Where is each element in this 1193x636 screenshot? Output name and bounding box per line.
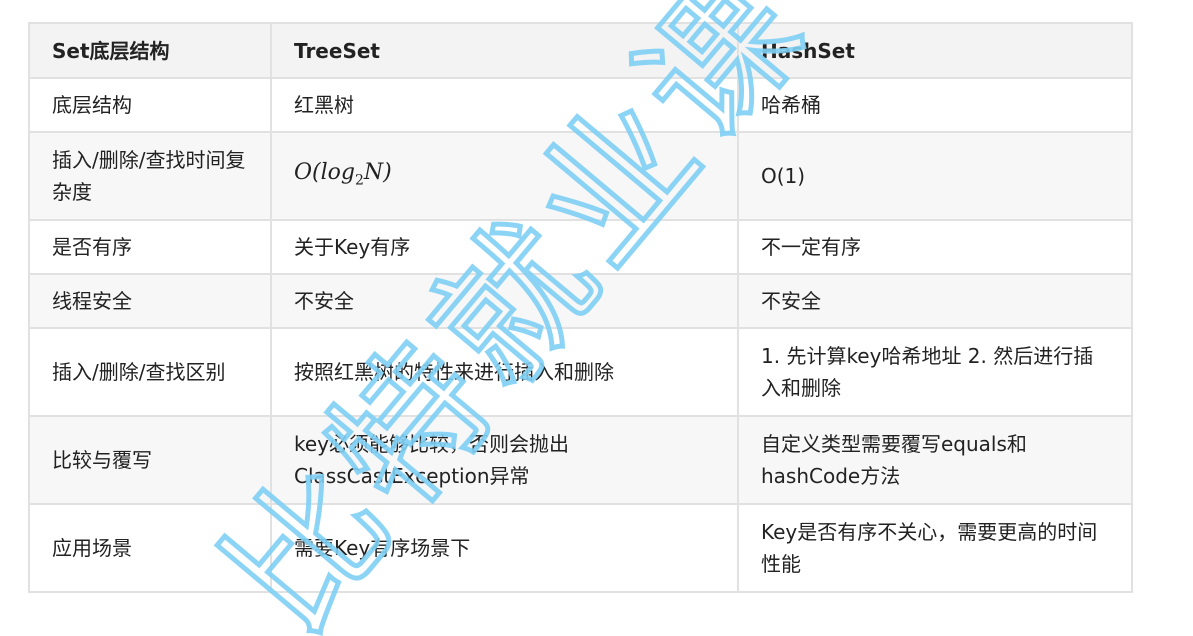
table-row: 是否有序 关于Key有序 不一定有序: [28, 219, 1133, 275]
table-row: 插入/删除/查找区别 按照红黑树的特性来进行插入和删除 1. 先计算key哈希地…: [28, 327, 1133, 417]
hashset-cell: 哈希桶: [737, 77, 1133, 133]
header-cell-set-structure: Set底层结构: [28, 22, 272, 79]
treeset-cell: 关于Key有序: [270, 219, 739, 275]
treeset-cell: 需要Key有序场景下: [270, 503, 739, 593]
treeset-cell: 红黑树: [270, 77, 739, 133]
table-row: 插入/删除/查找时间复杂度 O(log2N) O(1): [28, 131, 1133, 221]
row-label: 插入/删除/查找区别: [28, 327, 272, 417]
hashset-cell: 不一定有序: [737, 219, 1133, 275]
treeset-cell: 按照红黑树的特性来进行插入和删除: [270, 327, 739, 417]
row-label: 线程安全: [28, 273, 272, 329]
hashset-cell: 不安全: [737, 273, 1133, 329]
header-cell-hashset: HashSet: [737, 22, 1133, 79]
row-label: 应用场景: [28, 503, 272, 593]
table-row: 线程安全 不安全 不安全: [28, 273, 1133, 329]
table-row: 应用场景 需要Key有序场景下 Key是否有序不关心，需要更高的时间性能: [28, 503, 1133, 593]
row-label: 比较与覆写: [28, 415, 272, 505]
hashset-cell: O(1): [737, 131, 1133, 221]
set-comparison-table: Set底层结构 TreeSet HashSet 底层结构 红黑树 哈希桶 插入/…: [28, 22, 1133, 593]
row-label: 底层结构: [28, 77, 272, 133]
header-cell-treeset: TreeSet: [270, 22, 739, 79]
treeset-cell: 不安全: [270, 273, 739, 329]
hashset-cell: Key是否有序不关心，需要更高的时间性能: [737, 503, 1133, 593]
table-header-row: Set底层结构 TreeSet HashSet: [28, 22, 1133, 79]
treeset-cell: key必须能够比较，否则会抛出ClassCastException异常: [270, 415, 739, 505]
row-label: 插入/删除/查找时间复杂度: [28, 131, 272, 221]
table-row: 底层结构 红黑树 哈希桶: [28, 77, 1133, 133]
hashset-cell: 1. 先计算key哈希地址 2. 然后进行插入和删除: [737, 327, 1133, 417]
row-label: 是否有序: [28, 219, 272, 275]
treeset-cell: O(log2N): [270, 131, 739, 221]
complexity-formula: O(log2N): [294, 159, 392, 189]
hashset-cell: 自定义类型需要覆写equals和hashCode方法: [737, 415, 1133, 505]
table-row: 比较与覆写 key必须能够比较，否则会抛出ClassCastException异…: [28, 415, 1133, 505]
set-comparison-table-wrapper: Set底层结构 TreeSet HashSet 底层结构 红黑树 哈希桶 插入/…: [28, 22, 1133, 593]
